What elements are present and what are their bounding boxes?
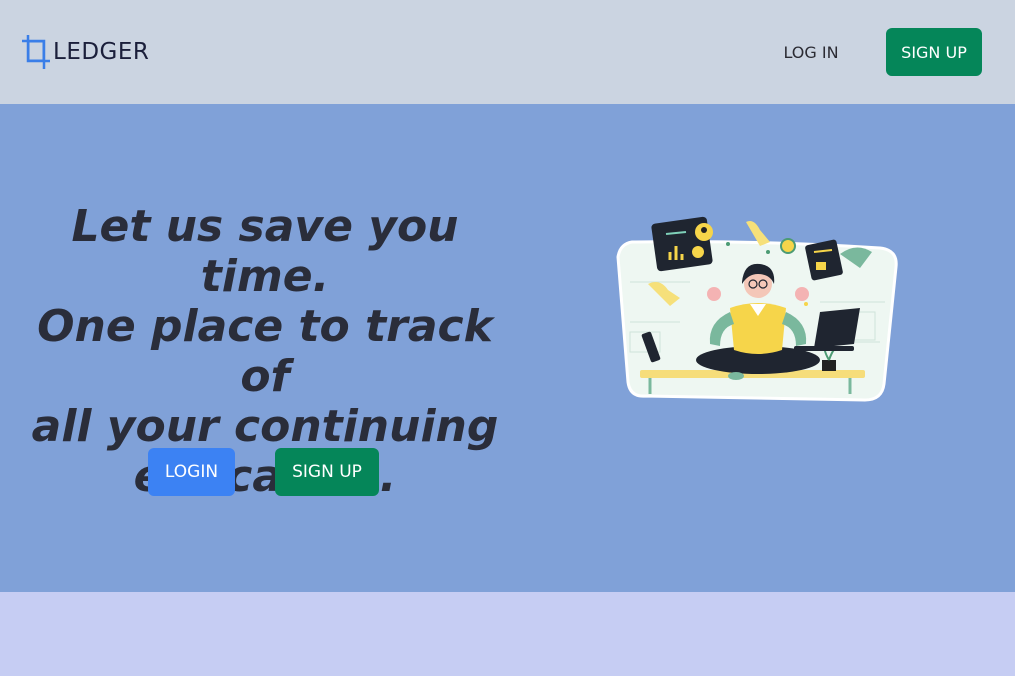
hero-login-button[interactable]: LOGIN (148, 448, 235, 496)
headline-line-2: One place to track of (37, 301, 493, 402)
brand-logo[interactable]: LEDGER (22, 35, 149, 69)
hero-section: Let us save you time. One place to track… (0, 104, 1015, 592)
header-login-link[interactable]: LOG IN (770, 28, 852, 76)
footer-band (0, 592, 1015, 676)
top-navbar: LEDGER LOG IN SIGN UP (0, 0, 1015, 104)
header-signup-button[interactable]: SIGN UP (886, 28, 982, 76)
headline-line-1: Let us save you time. (71, 201, 459, 302)
crop-frame-icon (22, 35, 50, 69)
brand-name: LEDGER (53, 39, 150, 65)
headline-line-4: education. (133, 451, 397, 502)
hero-illustration (610, 212, 902, 402)
hero-headline: Let us save you time. One place to track… (20, 202, 510, 502)
headline-line-3: all your continuing (31, 401, 499, 452)
hero-signup-button[interactable]: SIGN UP (275, 448, 379, 496)
